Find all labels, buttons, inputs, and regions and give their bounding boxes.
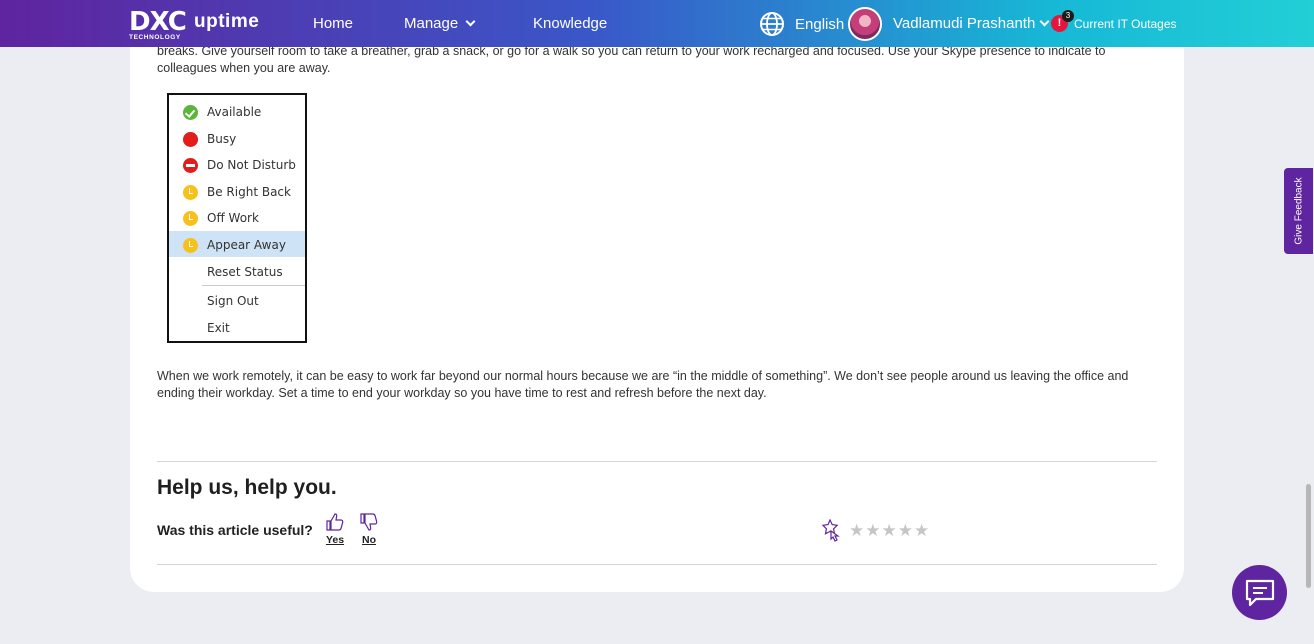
useful-question: Was this article useful?: [157, 522, 313, 538]
nav-manage[interactable]: Manage: [404, 15, 476, 32]
clock-status-icon: [183, 238, 198, 253]
user-name: Vadlamudi Prashanth: [893, 15, 1036, 32]
clock-status-icon: [183, 185, 198, 200]
article-paragraph: breaks. Give yourself room to take a bre…: [157, 44, 1106, 75]
presence-item-be-right-back: Be Right Back: [169, 178, 305, 204]
presence-label: Appear Away: [207, 238, 286, 252]
star-2[interactable]: ★: [865, 521, 880, 540]
article-paragraph: When we work remotely, it can be easy to…: [157, 369, 1129, 400]
available-status-icon: [183, 105, 198, 120]
section-divider: [157, 564, 1157, 565]
chevron-down-icon: [465, 16, 476, 27]
presence-item-off-work: Off Work: [169, 204, 305, 230]
skype-presence-menu-image: Available Busy Do Not Disturb Be Right B…: [167, 93, 307, 343]
menu-divider: [202, 285, 305, 286]
presence-item-appear-away: Appear Away: [169, 231, 305, 257]
nav-home[interactable]: Home: [313, 15, 353, 32]
presence-item-do-not-disturb: Do Not Disturb: [169, 151, 305, 177]
page-scrollbar[interactable]: [1306, 484, 1311, 588]
presence-item-exit: Exit: [169, 314, 305, 340]
thumbs-down-icon: [360, 513, 378, 531]
rate-pointer-icon: [821, 519, 840, 542]
presence-label: Exit: [207, 321, 230, 335]
presence-item-sign-out: Sign Out: [169, 287, 305, 313]
yes-vote-button[interactable]: Yes: [322, 512, 348, 546]
give-feedback-label: Give Feedback: [1293, 177, 1304, 245]
nav-knowledge[interactable]: Knowledge: [533, 15, 607, 32]
logo-mark: DXC: [129, 7, 187, 37]
no-vote-button[interactable]: No: [356, 512, 382, 546]
presence-item-busy: Busy: [169, 125, 305, 151]
outage-count-badge: 3: [1062, 10, 1074, 22]
presence-label: Busy: [207, 132, 237, 146]
section-divider: [157, 461, 1157, 462]
yes-label: Yes: [325, 534, 345, 546]
presence-label: Be Right Back: [207, 185, 291, 199]
globe-icon[interactable]: [759, 11, 785, 37]
presence-item-available: Available: [169, 98, 305, 124]
feedback-heading: Help us, help you.: [157, 476, 337, 499]
do-not-disturb-icon: [183, 158, 198, 173]
presence-label: Reset Status: [207, 265, 283, 279]
star-4[interactable]: ★: [898, 521, 913, 540]
avatar[interactable]: [848, 7, 882, 41]
presence-label: Off Work: [207, 211, 259, 225]
product-name[interactable]: uptime: [194, 11, 259, 33]
nav-manage-label: Manage: [404, 15, 459, 32]
star-rating[interactable]: ★★★★★: [849, 521, 930, 541]
presence-label: Available: [207, 105, 262, 119]
presence-item-reset-status: Reset Status: [169, 258, 305, 284]
dxc-logo[interactable]: DXC TECHNOLOGY: [129, 7, 189, 42]
user-menu[interactable]: Vadlamudi Prashanth: [893, 15, 1050, 32]
star-3[interactable]: ★: [882, 521, 897, 540]
star-5[interactable]: ★: [914, 521, 929, 540]
chat-bubble-icon: [1245, 579, 1275, 607]
busy-status-icon: [183, 132, 198, 147]
presence-label: Sign Out: [207, 294, 259, 308]
star-1[interactable]: ★: [849, 521, 864, 540]
top-navigation-bar: DXC TECHNOLOGY uptime Home Manage Knowle…: [0, 0, 1314, 47]
logo-subtitle: TECHNOLOGY: [129, 34, 181, 41]
chevron-down-icon: [1039, 16, 1050, 27]
thumbs-up-icon: [326, 513, 344, 531]
give-feedback-tab[interactable]: Give Feedback: [1284, 168, 1313, 254]
clock-status-icon: [183, 211, 198, 226]
presence-label: Do Not Disturb: [207, 158, 296, 172]
chat-button[interactable]: [1232, 565, 1287, 620]
language-selector[interactable]: English: [795, 16, 844, 33]
current-it-outages-link[interactable]: Current IT Outages: [1074, 17, 1177, 31]
no-label: No: [362, 534, 376, 546]
